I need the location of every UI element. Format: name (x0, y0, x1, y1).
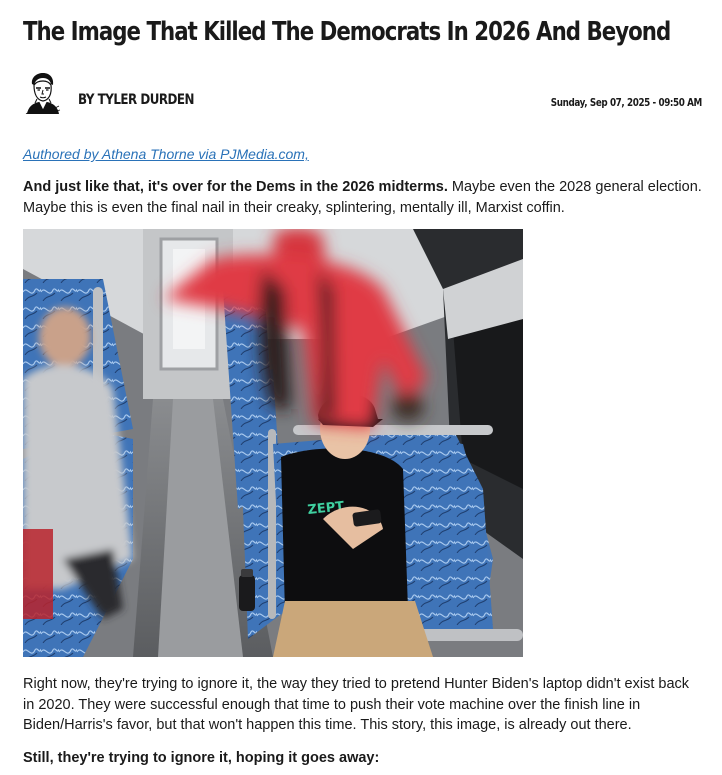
article-headline: The Image That Killed The Democrats In 2… (23, 17, 671, 47)
closing-paragraph: Still, they're trying to ignore it, hopi… (23, 750, 380, 766)
publish-date: Sunday, Sep 07, 2025 - 09:50 AM (550, 96, 703, 109)
author-name[interactable]: By Tyler Durden (78, 92, 194, 108)
author-credit-link[interactable]: Authored by Athena Thorne via PJMedia.co… (23, 146, 309, 162)
intro-paragraph: And just like that, it's over for the De… (23, 177, 703, 218)
article-page: The Image That Killed The Democrats In 2… (0, 0, 722, 775)
author-avatar-icon[interactable] (23, 72, 61, 115)
intro-bold-text: And just like that, it's over for the De… (23, 179, 448, 195)
body-paragraph: Right now, they're trying to ignore it, … (23, 676, 690, 733)
article-photo: ZEPT (23, 229, 523, 657)
byline: By Tyler Durden Sunday, Sep 07, 2025 - 0… (23, 72, 703, 116)
